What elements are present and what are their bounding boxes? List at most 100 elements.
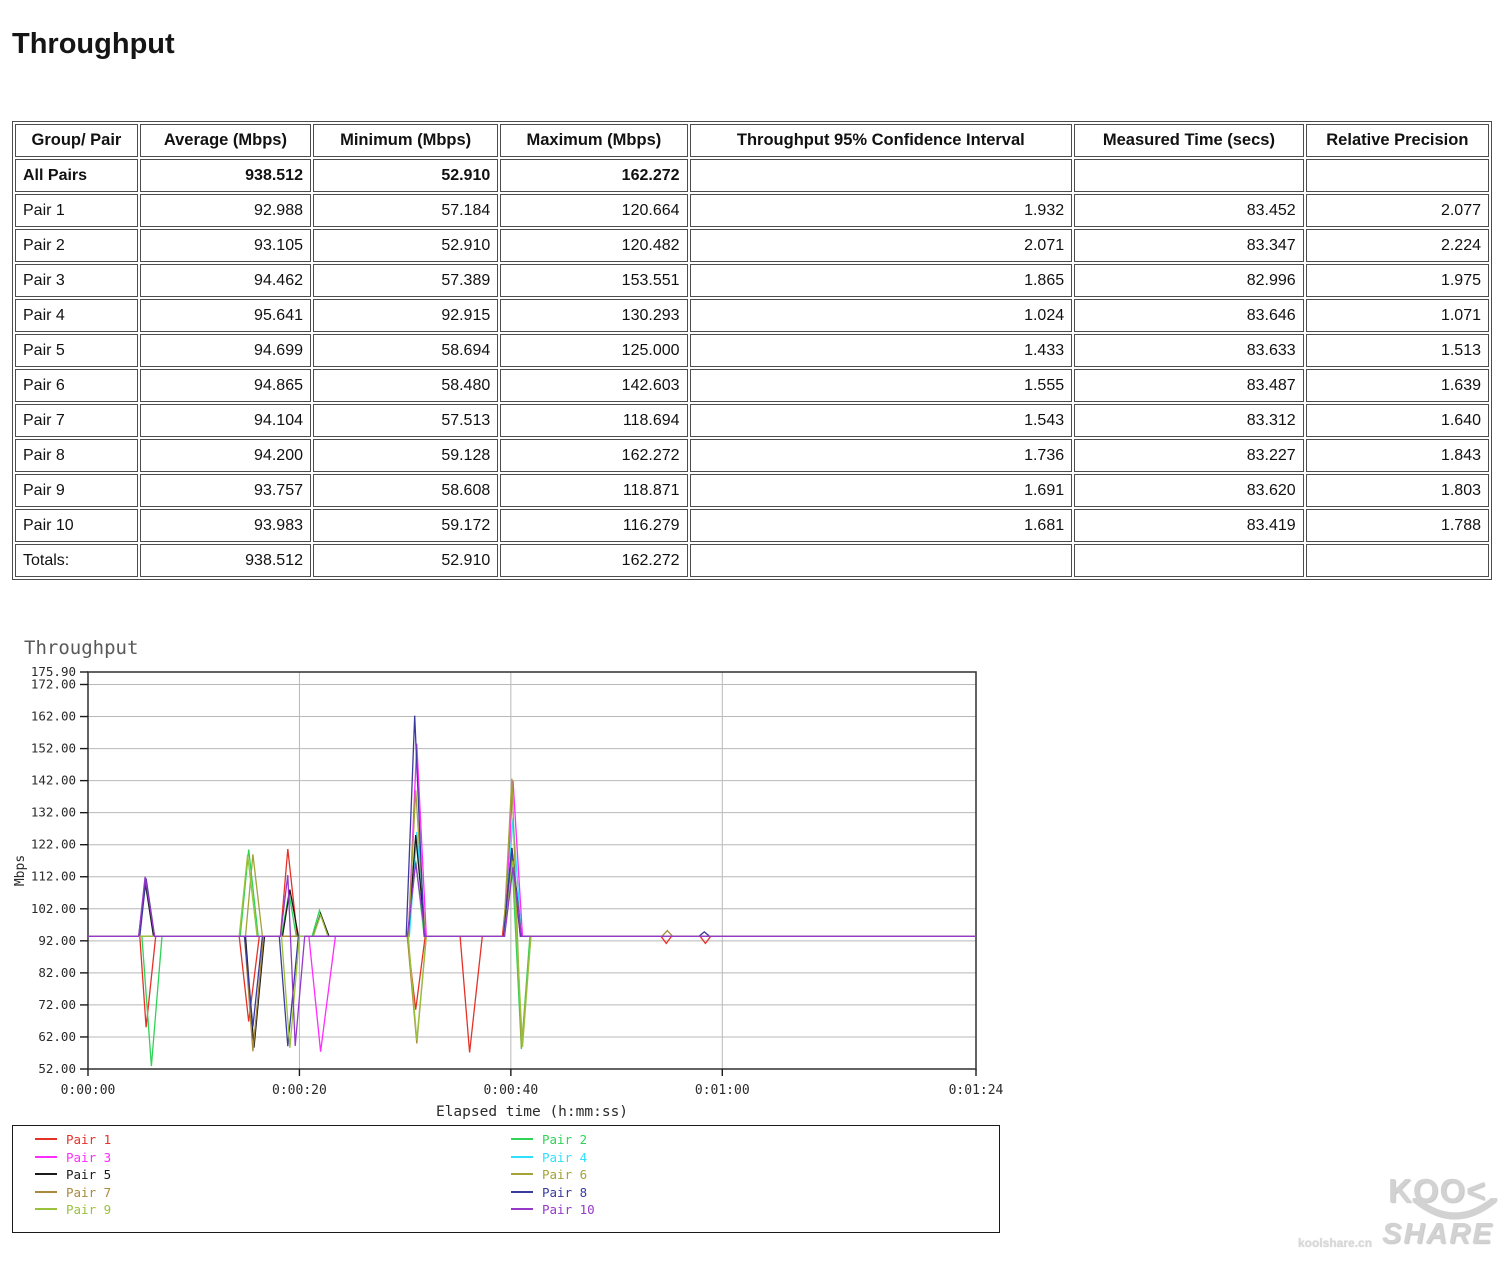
x-tick-label: 0:00:40 (483, 1083, 538, 1098)
legend-swatch (511, 1208, 533, 1210)
table-cell: 58.694 (313, 334, 498, 367)
throughput-results-table: Group/ PairAverage (Mbps)Minimum (Mbps)M… (12, 121, 1492, 580)
legend-item-pair-7: Pair 7 (35, 1185, 111, 1200)
table-cell: 1.640 (1306, 404, 1489, 437)
table-cell: 142.603 (500, 369, 687, 402)
table-cell: 120.482 (500, 229, 687, 262)
table-cell: 95.641 (140, 299, 311, 332)
plot-border (88, 672, 976, 1069)
table-cell: 2.071 (690, 229, 1073, 262)
table-row: Pair 694.86558.480142.6031.55583.4871.63… (15, 369, 1489, 402)
y-tick-label: 102.00 (31, 901, 76, 916)
table-cell: 83.227 (1074, 439, 1304, 472)
table-cell: 52.910 (313, 159, 498, 192)
legend-label: Pair 4 (542, 1150, 587, 1165)
table-cell: 938.512 (140, 544, 311, 577)
column-header: Average (Mbps) (140, 124, 311, 157)
table-cell: 1.639 (1306, 369, 1489, 402)
table-cell: 52.910 (313, 544, 498, 577)
legend-swatch (511, 1173, 533, 1175)
table-row: All Pairs938.51252.910162.272 (15, 159, 1489, 192)
table-cell: 1.071 (1306, 299, 1489, 332)
watermark-site-text: koolshare.cn (1298, 1236, 1372, 1250)
chart-series-pair-6 (88, 779, 976, 1048)
table-cell: 125.000 (500, 334, 687, 367)
chart-series-pair-9 (88, 855, 976, 1048)
table-cell: 1.024 (690, 299, 1073, 332)
table-cell: 83.419 (1074, 509, 1304, 542)
table-cell: 83.646 (1074, 299, 1304, 332)
row-label: Pair 9 (15, 474, 138, 507)
legend-item-pair-8: Pair 8 (511, 1185, 587, 1200)
table-cell: 83.620 (1074, 474, 1304, 507)
table-cell: 1.681 (690, 509, 1073, 542)
column-header: Measured Time (secs) (1074, 124, 1304, 157)
legend-swatch (35, 1173, 57, 1175)
table-cell: 58.608 (313, 474, 498, 507)
table-cell: 83.633 (1074, 334, 1304, 367)
table-cell: 1.691 (690, 474, 1073, 507)
row-label: Pair 6 (15, 369, 138, 402)
table-cell: 1.843 (1306, 439, 1489, 472)
table-body: All Pairs938.51252.910162.272Pair 192.98… (15, 159, 1489, 577)
x-tick-label: 0:00:20 (272, 1083, 327, 1098)
chart-series-pair-2 (88, 850, 976, 1067)
table-cell: 130.293 (500, 299, 687, 332)
legend-item-pair-3: Pair 3 (35, 1150, 111, 1165)
table-cell: 93.105 (140, 229, 311, 262)
y-tick-label: 92.00 (38, 933, 76, 948)
throughput-chart-area: Throughput175.90172.00162.00152.00142.00… (10, 636, 1030, 1126)
table-cell: 57.513 (313, 404, 498, 437)
legend-item-pair-2: Pair 2 (511, 1132, 587, 1147)
table-row: Pair 1093.98359.172116.2791.68183.4191.7… (15, 509, 1489, 542)
table-cell: 1.803 (1306, 474, 1489, 507)
y-tick-label: 72.00 (38, 997, 76, 1012)
watermark-share-text: SHARE (1382, 1218, 1494, 1251)
table-cell: 153.551 (500, 264, 687, 297)
legend-item-pair-5: Pair 5 (35, 1167, 111, 1182)
column-header: Minimum (Mbps) (313, 124, 498, 157)
table-cell (1306, 159, 1489, 192)
table-cell: 118.694 (500, 404, 687, 437)
column-header: Group/ Pair (15, 124, 138, 157)
table-row: Pair 394.46257.389153.5511.86582.9961.97… (15, 264, 1489, 297)
table-cell: 83.452 (1074, 194, 1304, 227)
table-cell: 83.487 (1074, 369, 1304, 402)
row-label: Pair 2 (15, 229, 138, 262)
koolshare-watermark: KOO< SHARE koolshare.cn (1290, 1160, 1505, 1265)
legend-swatch (35, 1138, 57, 1140)
row-label: Pair 4 (15, 299, 138, 332)
legend-item-pair-6: Pair 6 (511, 1167, 587, 1182)
row-label: Pair 3 (15, 264, 138, 297)
chart-title: Throughput (24, 637, 138, 659)
table-row: Pair 495.64192.915130.2931.02483.6461.07… (15, 299, 1489, 332)
legend-label: Pair 1 (66, 1132, 111, 1147)
table-cell: 93.983 (140, 509, 311, 542)
row-label: Pair 5 (15, 334, 138, 367)
column-header: Maximum (Mbps) (500, 124, 687, 157)
legend-item-pair-9: Pair 9 (35, 1202, 111, 1217)
legend-swatch (35, 1156, 57, 1158)
table-cell: 83.312 (1074, 404, 1304, 437)
y-tick-label: 132.00 (31, 805, 76, 820)
table-cell: 94.699 (140, 334, 311, 367)
legend-label: Pair 3 (66, 1150, 111, 1165)
chart-series-pair-8 (88, 716, 976, 1046)
table-cell: 92.915 (313, 299, 498, 332)
throughput-chart: Throughput175.90172.00162.00152.00142.00… (10, 636, 1030, 1126)
legend-label: Pair 10 (542, 1202, 595, 1217)
table-row: Pair 894.20059.128162.2721.73683.2271.84… (15, 439, 1489, 472)
table-cell: 938.512 (140, 159, 311, 192)
table-cell: 2.224 (1306, 229, 1489, 262)
table-cell: 2.077 (1306, 194, 1489, 227)
row-label: Pair 8 (15, 439, 138, 472)
table-cell: 94.865 (140, 369, 311, 402)
y-tick-label: 152.00 (31, 741, 76, 756)
y-tick-label: 122.00 (31, 837, 76, 852)
column-header: Throughput 95% Confidence Interval (690, 124, 1073, 157)
table-cell: 94.200 (140, 439, 311, 472)
table-cell: 162.272 (500, 439, 687, 472)
chart-series-pair-7 (88, 855, 976, 1051)
legend-label: Pair 7 (66, 1185, 111, 1200)
y-tick-label: 142.00 (31, 773, 76, 788)
